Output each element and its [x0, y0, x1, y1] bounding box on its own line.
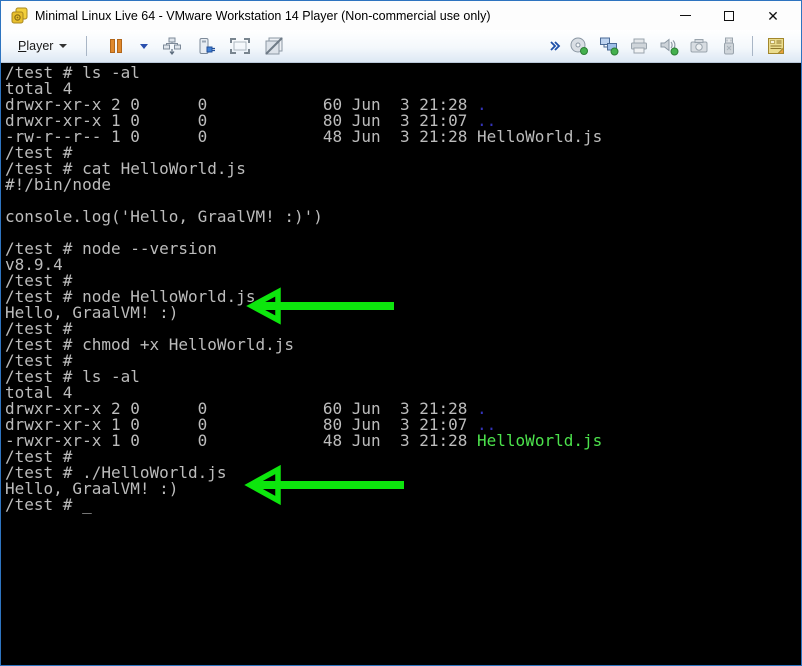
vm-console-screen[interactable]: /test # ls -al total 4 drwxr-xr-x 2 0 0 60…: [2, 64, 800, 664]
player-menu-caret-icon: [59, 44, 68, 48]
manage-devices-button[interactable]: [193, 33, 219, 59]
minimize-icon: [679, 15, 691, 16]
player-menu-button[interactable]: Player: [11, 35, 74, 57]
network-adapter-button[interactable]: [596, 33, 622, 59]
terminal-line: /test # cat HelloWorld.js: [5, 159, 246, 178]
close-icon: ✕: [767, 7, 779, 24]
player-menu-label: Player: [18, 39, 54, 53]
printer-icon: [631, 38, 647, 54]
unity-icon: [265, 37, 284, 55]
library-sidebar-icon: [768, 38, 784, 54]
terminal-line: Hello, GraalVM! :): [5, 479, 179, 498]
pause-icon: [110, 39, 123, 53]
toolbar-separator: [86, 36, 88, 56]
cd-dvd-icon: [570, 37, 588, 55]
usb-icon: [724, 37, 734, 55]
maximize-button[interactable]: [707, 2, 751, 30]
tray-separator: [752, 36, 753, 56]
window-title: Minimal Linux Live 64 - VMware Workstati…: [35, 8, 491, 23]
expand-chevron-icon: [550, 41, 561, 51]
sound-icon: [660, 38, 679, 56]
maximize-icon: [724, 10, 734, 21]
terminal-line: /test # ls -al: [5, 64, 140, 82]
terminal-line: /test # ls -al: [5, 367, 140, 386]
expand-toolbar-button[interactable]: [548, 33, 562, 59]
power-options-dropdown[interactable]: [137, 33, 151, 59]
terminal-line: /test # _: [5, 495, 92, 514]
sound-device-button[interactable]: [656, 33, 682, 59]
minimize-button[interactable]: [663, 2, 707, 30]
show-library-button[interactable]: [763, 33, 789, 59]
removable-devices-icon: [199, 38, 216, 54]
pause-vm-button[interactable]: [103, 33, 129, 59]
pause-dropdown-arrow-icon: [140, 44, 149, 49]
camera-device-button[interactable]: [686, 33, 712, 59]
terminal-line: #!/bin/node: [5, 175, 111, 194]
terminal-line: Hello, GraalVM! :): [5, 303, 179, 322]
usb-device-button[interactable]: [716, 33, 742, 59]
close-button[interactable]: ✕: [751, 2, 795, 30]
status-icon-tray: [546, 33, 791, 59]
terminal-line: /test # chmod +x HelloWorld.js: [5, 335, 294, 354]
vmware-player-app-icon: [11, 7, 28, 24]
unity-mode-button[interactable]: [261, 33, 287, 59]
fullscreen-icon: [230, 38, 251, 54]
terminal-line: -rwxr-xr-x 1 0 0 48 Jun 3 21:28 HelloWor…: [5, 431, 603, 450]
camera-icon: [690, 39, 708, 53]
toolbar: Player: [1, 30, 801, 63]
network-adapter-icon: [600, 37, 619, 56]
ctrl-alt-del-icon: [163, 37, 182, 55]
terminal-line: console.log('Hello, GraalVM! :)'): [5, 207, 323, 226]
send-ctrl-alt-del-button[interactable]: [159, 33, 185, 59]
terminal-line: v8.9.4: [5, 255, 63, 274]
printer-device-button[interactable]: [626, 33, 652, 59]
cd-dvd-device-button[interactable]: [566, 33, 592, 59]
title-bar: Minimal Linux Live 64 - VMware Workstati…: [1, 1, 801, 30]
fullscreen-button[interactable]: [227, 33, 253, 59]
terminal-cursor: _: [82, 495, 92, 514]
terminal-line: /test # node --version: [5, 239, 217, 258]
terminal-line: -rw-r--r-- 1 0 0 48 Jun 3 21:28 HelloWor…: [5, 127, 603, 146]
vmware-player-window: Minimal Linux Live 64 - VMware Workstati…: [0, 0, 802, 666]
